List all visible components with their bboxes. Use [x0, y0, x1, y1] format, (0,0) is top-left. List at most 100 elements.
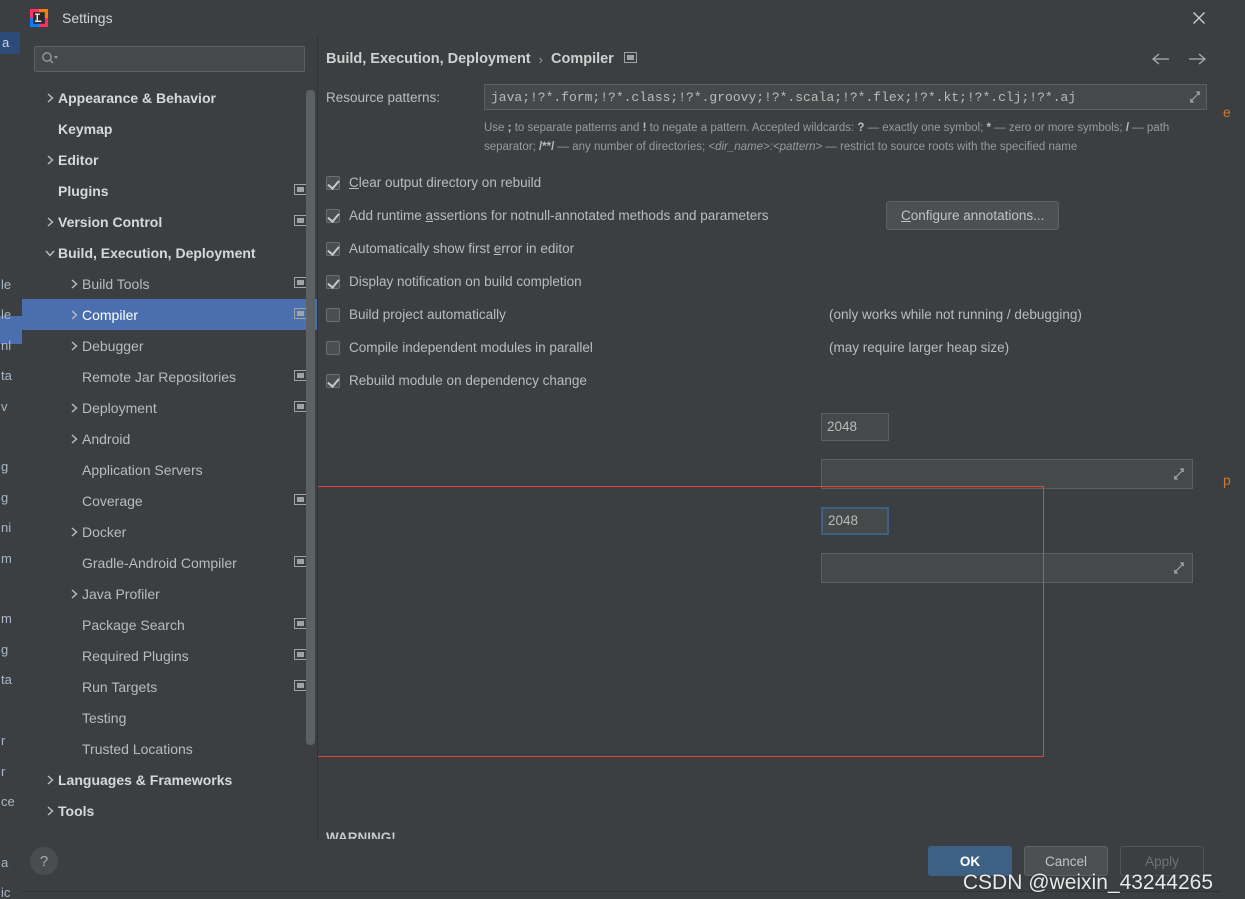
chevron-right-icon[interactable]: [42, 805, 58, 817]
sidebar-item-trusted-locations[interactable]: Trusted Locations: [22, 733, 317, 764]
compiler-options-group: Clear output directory on rebuild Add run…: [326, 166, 1207, 397]
checkbox-checked-icon[interactable]: [326, 374, 340, 388]
build-process-fields-group: [326, 403, 1207, 591]
checkbox-checked-icon[interactable]: [326, 275, 340, 289]
sidebar-item-label: Java Profiler: [82, 586, 160, 602]
chevron-right-icon[interactable]: [66, 278, 82, 290]
help-button[interactable]: ?: [30, 847, 58, 875]
checkbox-label[interactable]: Clear output directory on rebuild: [349, 175, 541, 190]
sidebar-item-label: Languages & Frameworks: [58, 772, 232, 788]
sidebar-item-label: Package Search: [82, 617, 185, 633]
sidebar-item-build-tools[interactable]: Build Tools: [22, 268, 317, 299]
sidebar-item-tools[interactable]: Tools: [22, 795, 317, 826]
field-user-local-heap-size-input[interactable]: [821, 507, 889, 535]
sidebar-item-testing[interactable]: Testing: [22, 702, 317, 733]
sidebar-item-android[interactable]: Android: [22, 423, 317, 454]
checkbox-label[interactable]: Display notification on build completion: [349, 274, 582, 289]
checkbox-checked-icon[interactable]: [326, 176, 340, 190]
arrow-right-icon[interactable]: [1187, 49, 1207, 69]
sidebar-item-label: Remote Jar Repositories: [82, 369, 236, 385]
chevron-right-icon[interactable]: [66, 588, 82, 600]
sidebar-scrollbar[interactable]: [306, 80, 315, 839]
sidebar-item-label: Version Control: [58, 214, 162, 230]
checkbox-label[interactable]: Add runtime assertions for notnull-annot…: [349, 208, 769, 223]
chevron-down-icon[interactable]: [42, 247, 58, 259]
checkbox-unchecked-icon[interactable]: [326, 341, 340, 355]
sidebar-item-appearance-behavior[interactable]: Appearance & Behavior: [22, 82, 317, 113]
warning-title: WARNING!: [326, 827, 1206, 839]
resource-patterns-input[interactable]: java;!?*.form;!?*.class;!?*.groovy;!?*.s…: [484, 84, 1207, 110]
expand-field-icon[interactable]: [1172, 467, 1186, 481]
sidebar-item-label: Deployment: [82, 400, 157, 416]
settings-content: Build, Execution, Deployment › Compiler: [318, 36, 1221, 839]
expand-field-icon[interactable]: [1172, 561, 1186, 575]
sidebar-item-label: Gradle-Android Compiler: [82, 555, 237, 571]
chevron-right-icon[interactable]: [66, 526, 82, 538]
chevron-right-icon[interactable]: [66, 433, 82, 445]
checkbox-checked-icon[interactable]: [326, 242, 340, 256]
sidebar-item-run-targets[interactable]: Run Targets: [22, 671, 317, 702]
checkbox-row: Clear output directory on rebuild: [326, 166, 1207, 199]
sidebar-item-plugins[interactable]: Plugins: [22, 175, 317, 206]
checkbox-label[interactable]: Rebuild module on dependency change: [349, 373, 587, 388]
sidebar-item-label: Docker: [82, 524, 126, 540]
sidebar-item-editor[interactable]: Editor: [22, 144, 317, 175]
sidebar-item-compiler[interactable]: Compiler: [22, 299, 317, 330]
search-box[interactable]: [34, 46, 305, 72]
checkbox-label[interactable]: Build project automatically: [349, 307, 506, 322]
field-user-local-vm-options-input[interactable]: [821, 553, 1193, 583]
search-container: [22, 36, 317, 80]
chevron-right-icon[interactable]: [42, 774, 58, 786]
project-scope-icon[interactable]: [624, 51, 637, 67]
sidebar-item-gradle-android-compiler[interactable]: Gradle-Android Compiler: [22, 547, 317, 578]
background-left-text: le le nl ta v g g ni m m g ta r r ce a i…: [0, 270, 22, 899]
sidebar-item-label: Editor: [58, 152, 98, 168]
breadcrumb-root[interactable]: Build, Execution, Deployment: [326, 51, 531, 67]
sidebar-item-application-servers[interactable]: Application Servers: [22, 454, 317, 485]
sidebar-item-package-search[interactable]: Package Search: [22, 609, 317, 640]
close-icon[interactable]: [1187, 6, 1211, 30]
sidebar-item-label: Keymap: [58, 121, 112, 137]
sidebar-item-languages-frameworks[interactable]: Languages & Frameworks: [22, 764, 317, 795]
checkbox-label[interactable]: Automatically show first error in editor: [349, 241, 574, 256]
field-row: [326, 544, 1207, 591]
sidebar-item-debugger[interactable]: Debugger: [22, 330, 317, 361]
chevron-right-icon[interactable]: [42, 92, 58, 104]
breadcrumb-current: Compiler: [551, 51, 614, 67]
dialog-body: Appearance & Behavior Keymap Editor Plugins…: [22, 36, 1221, 839]
sidebar-item-java-profiler[interactable]: Java Profiler: [22, 578, 317, 609]
sidebar-item-deployment[interactable]: Deployment: [22, 392, 317, 423]
checkbox-row: Rebuild module on dependency change: [326, 364, 1207, 397]
field-shared-heap-size-input[interactable]: [821, 413, 889, 441]
sidebar-item-build-execution-deployment[interactable]: Build, Execution, Deployment: [22, 237, 317, 268]
expand-field-icon[interactable]: [1188, 90, 1202, 104]
sidebar-item-coverage[interactable]: Coverage: [22, 485, 317, 516]
checkbox-note: (only works while not running / debuggin…: [829, 307, 1082, 322]
checkbox-checked-icon[interactable]: [326, 209, 340, 223]
checkbox-row: Add runtime assertions for notnull-annot…: [326, 199, 1207, 232]
sidebar-scrollbar-thumb[interactable]: [306, 90, 315, 745]
search-input[interactable]: [62, 51, 298, 68]
sidebar-item-version-control[interactable]: Version Control: [22, 206, 317, 237]
sidebar-item-keymap[interactable]: Keymap: [22, 113, 317, 144]
resource-patterns-value: java;!?*.form;!?*.class;!?*.groovy;!?*.s…: [491, 90, 1188, 105]
resource-patterns-help-text: Use ; to separate patterns and ! to nega…: [484, 119, 1184, 157]
settings-tree[interactable]: Appearance & Behavior Keymap Editor Plugins…: [22, 80, 317, 839]
checkbox-label[interactable]: Compile independent modules in parallel: [349, 340, 593, 355]
chevron-right-icon[interactable]: [66, 402, 82, 414]
background-right-text: e p: [1221, 20, 1245, 572]
configure-annotations-button[interactable]: Configure annotations...: [886, 201, 1059, 230]
chevron-right-icon[interactable]: [42, 154, 58, 166]
checkbox-row: Automatically show first error in editor: [326, 232, 1207, 265]
arrow-left-icon[interactable]: [1151, 49, 1171, 69]
sidebar-item-remote-jar-repositories[interactable]: Remote Jar Repositories: [22, 361, 317, 392]
sidebar-item-docker[interactable]: Docker: [22, 516, 317, 547]
chevron-right-icon[interactable]: [66, 309, 82, 321]
sidebar-item-required-plugins[interactable]: Required Plugins: [22, 640, 317, 671]
intellij-idea-logo-icon: [30, 9, 48, 27]
checkbox-unchecked-icon[interactable]: [326, 308, 340, 322]
sidebar-item-label: Coverage: [82, 493, 143, 509]
field-shared-vm-options-input[interactable]: [821, 459, 1193, 489]
chevron-right-icon[interactable]: [66, 340, 82, 352]
chevron-right-icon[interactable]: [42, 216, 58, 228]
